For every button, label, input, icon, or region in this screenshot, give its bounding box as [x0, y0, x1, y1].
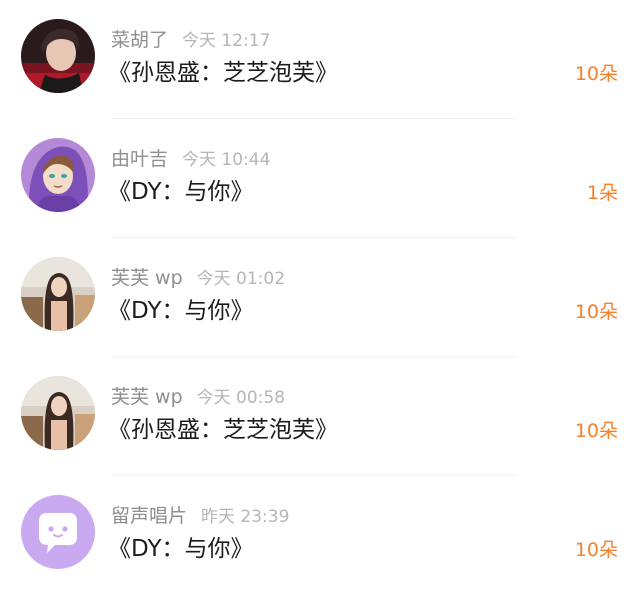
timestamp: 今天 01:02	[196, 269, 286, 289]
list-item[interactable]: 芙芙 wp 今天 01:02 《DY：与你》 10朵	[0, 238, 640, 357]
message-meta: 留声唱片 昨天 23:39	[111, 502, 289, 530]
message-meta: 菜胡了 今天 12:17	[111, 26, 270, 54]
anime-character-avatar-icon	[21, 138, 95, 212]
sender-name[interactable]: 留声唱片	[111, 505, 187, 527]
avatar[interactable]	[21, 495, 95, 569]
gift-count: 10朵	[574, 301, 618, 323]
message-content: 《DY：与你》	[108, 536, 254, 562]
gift-count: 10朵	[574, 420, 618, 442]
list-item[interactable]: 菜胡了 今天 12:17 《孙恩盛：芝芝泡芙》 10朵	[0, 0, 640, 119]
user-photo-avatar-icon	[21, 376, 95, 450]
sender-name[interactable]: 芙芙 wp	[111, 267, 183, 289]
message-meta: 由叶吉 今天 10:44	[111, 145, 270, 173]
sender-name[interactable]: 芙芙 wp	[111, 386, 183, 408]
gift-count: 10朵	[574, 63, 618, 85]
gift-count: 10朵	[574, 539, 618, 561]
list-item[interactable]: 芙芙 wp 今天 00:58 《孙恩盛：芝芝泡芙》 10朵	[0, 357, 640, 476]
list-item[interactable]: 留声唱片 昨天 23:39 《DY：与你》 10朵	[0, 476, 640, 595]
chat-bubble-avatar-icon	[21, 495, 95, 569]
gift-count: 1朵	[586, 182, 618, 204]
avatar[interactable]	[21, 376, 95, 450]
list-item[interactable]: 由叶吉 今天 10:44 《DY：与你》 1朵	[0, 119, 640, 238]
message-meta: 芙芙 wp 今天 01:02	[111, 264, 285, 292]
user-photo-avatar-icon	[21, 19, 95, 93]
message-content: 《孙恩盛：芝芝泡芙》	[108, 60, 338, 86]
sender-name[interactable]: 由叶吉	[111, 148, 168, 170]
message-list: 菜胡了 今天 12:17 《孙恩盛：芝芝泡芙》 10朵 由叶吉 今天 10:44 《…	[0, 0, 640, 598]
timestamp: 昨天 23:39	[201, 507, 290, 527]
message-content: 《DY：与你》	[108, 179, 254, 205]
message-content: 《孙恩盛：芝芝泡芙》	[108, 417, 338, 443]
avatar[interactable]	[21, 138, 95, 212]
message-content: 《DY：与你》	[108, 298, 254, 324]
message-meta: 芙芙 wp 今天 00:58	[111, 383, 285, 411]
timestamp: 今天 12:17	[182, 31, 271, 51]
avatar[interactable]	[21, 257, 95, 331]
user-photo-avatar-icon	[21, 257, 95, 331]
timestamp: 今天 10:44	[182, 150, 271, 170]
timestamp: 今天 00:58	[196, 388, 286, 408]
sender-name[interactable]: 菜胡了	[111, 29, 168, 51]
avatar[interactable]	[21, 19, 95, 93]
